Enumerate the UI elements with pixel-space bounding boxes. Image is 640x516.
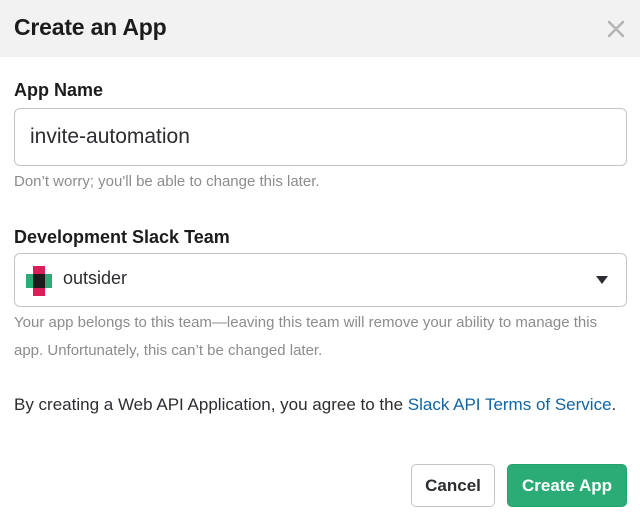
team-hint: Your app belongs to this team—leaving th… [14, 314, 598, 359]
app-name-hint: Don’t worry; you'll be able to change th… [14, 173, 320, 190]
create-app-button[interactable]: Create App [507, 464, 627, 507]
app-name-input[interactable] [14, 108, 627, 166]
chevron-down-icon [596, 276, 608, 284]
team-select-value: outsider [63, 268, 128, 288]
close-icon [607, 20, 625, 38]
cancel-button[interactable]: Cancel [411, 464, 495, 507]
dialog-title: Create an App [14, 14, 167, 40]
terms-text-before: By creating a Web API Application, you a… [14, 395, 408, 414]
close-button[interactable] [602, 15, 630, 43]
create-app-dialog: Create an App App Name Don’t worry; you'… [0, 0, 640, 516]
terms-of-service-link[interactable]: Slack API Terms of Service [408, 395, 612, 414]
terms-text: By creating a Web API Application, you a… [14, 391, 624, 419]
team-label: Development Slack Team [14, 227, 230, 247]
terms-text-after: . [611, 395, 617, 414]
dialog-header: Create an App [0, 0, 640, 57]
app-name-label: App Name [14, 80, 104, 100]
team-logo-icon [26, 266, 52, 296]
team-select[interactable]: outsider [14, 253, 627, 307]
